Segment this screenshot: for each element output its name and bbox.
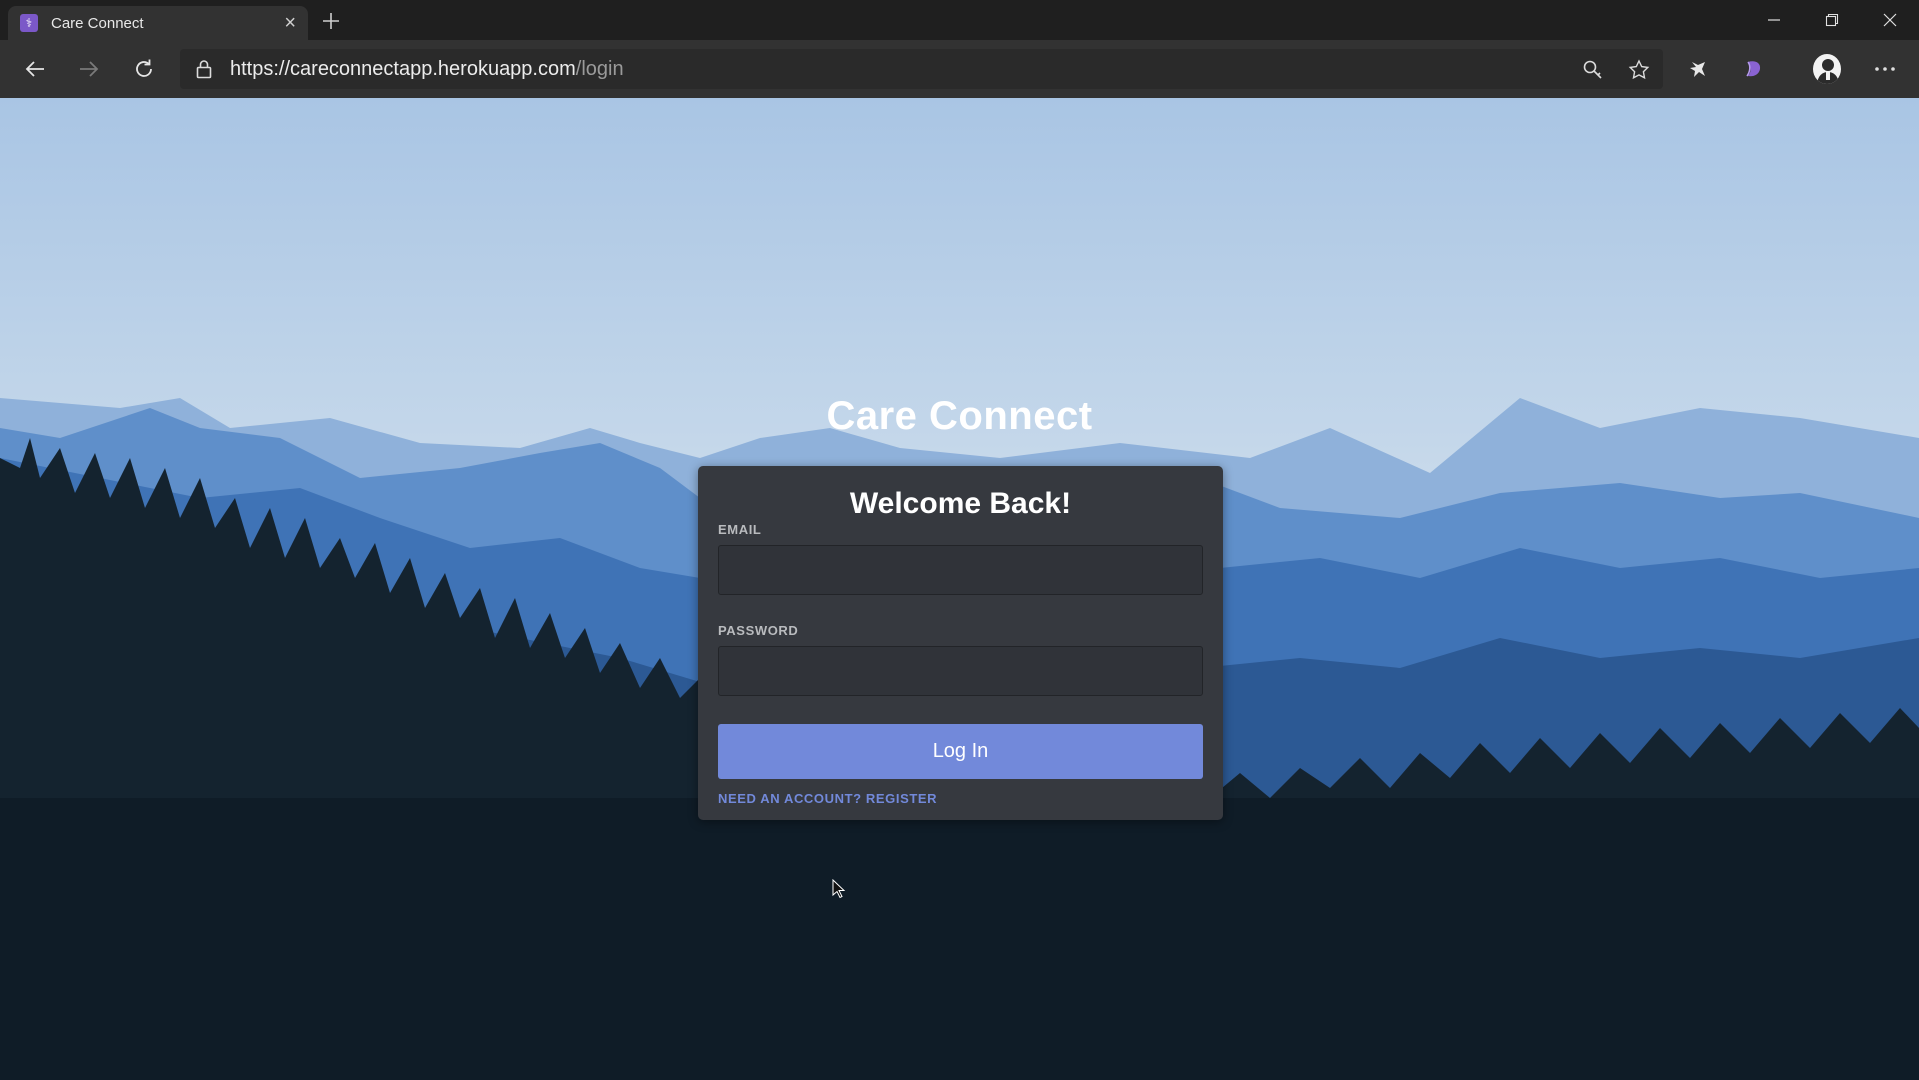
forward-arrow-icon: [80, 61, 99, 77]
window-controls: [1745, 0, 1919, 40]
email-field[interactable]: [718, 545, 1203, 595]
close-window-button[interactable]: [1861, 0, 1919, 40]
more-options-icon[interactable]: [1871, 55, 1899, 83]
url-host: https://careconnectapp.herokuapp.com: [230, 57, 576, 80]
url-text[interactable]: https://careconnectapp.herokuapp.com/log…: [230, 58, 624, 81]
forward-button[interactable]: [73, 53, 105, 85]
avatar-icon: [1813, 54, 1841, 84]
app-brand-title: Care Connect: [826, 394, 1093, 438]
restore-button[interactable]: [1803, 0, 1861, 40]
new-tab-button[interactable]: [318, 8, 344, 34]
login-card: Welcome Back! EMAIL PASSWORD Log In NEED…: [698, 466, 1223, 820]
lock-icon[interactable]: [196, 59, 216, 79]
login-heading: Welcome Back!: [849, 487, 1072, 520]
browser-toolbar: https://careconnectapp.herokuapp.com/log…: [0, 40, 1919, 98]
url-path: /login: [575, 57, 624, 80]
extension-pin-icon[interactable]: [1685, 55, 1713, 83]
browser-tab[interactable]: ⚕ Care Connect ×: [8, 6, 308, 40]
password-label: PASSWORD: [718, 623, 799, 638]
register-link[interactable]: NEED AN ACCOUNT? REGISTER: [718, 791, 1203, 806]
favorite-star-icon[interactable]: [1628, 59, 1650, 81]
email-label: EMAIL: [718, 522, 762, 537]
plus-icon: [323, 13, 339, 29]
password-field[interactable]: [718, 646, 1203, 696]
refresh-icon: [136, 59, 152, 77]
login-button[interactable]: Log In: [718, 724, 1203, 779]
close-icon: [1883, 13, 1897, 27]
zoom-key-icon[interactable]: [1582, 59, 1604, 81]
minimize-icon: [1768, 19, 1780, 21]
minimize-button[interactable]: [1745, 0, 1803, 40]
extension-purple-icon[interactable]: [1740, 55, 1768, 83]
mouse-cursor-icon: [832, 879, 846, 899]
profile-avatar[interactable]: [1813, 54, 1841, 84]
address-bar[interactable]: https://careconnectapp.herokuapp.com/log…: [180, 49, 1663, 89]
back-arrow-icon: [25, 61, 44, 77]
care-connect-favicon-icon: ⚕: [20, 14, 38, 32]
refresh-button[interactable]: [128, 53, 160, 85]
tab-close-icon[interactable]: ×: [284, 13, 296, 33]
browser-tab-bar: ⚕ Care Connect ×: [0, 0, 1919, 40]
tab-title: Care Connect: [51, 14, 144, 32]
page-viewport: Care Connect Welcome Back! EMAIL PASSWOR…: [0, 98, 1919, 1080]
back-button[interactable]: [19, 53, 51, 85]
restore-icon: [1825, 13, 1839, 27]
